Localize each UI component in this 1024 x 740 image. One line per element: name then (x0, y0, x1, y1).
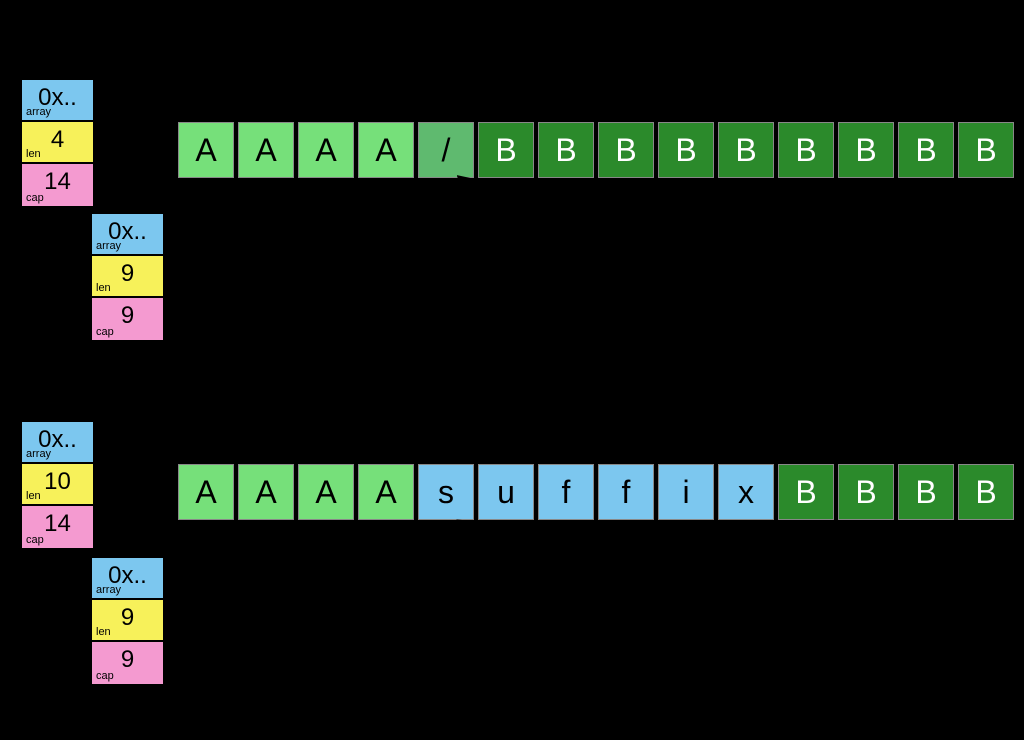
mem2-cell-4: s (418, 464, 474, 520)
mem2-cell-3: A (358, 464, 414, 520)
mem2-cell-6: f (538, 464, 594, 520)
mem2-cell-9: x (718, 464, 774, 520)
slice-header-1: 0x.. array 4 len 14 cap (20, 78, 95, 208)
arrow-slice3-to-mem (95, 440, 176, 470)
slice4-len-value: 9 (121, 604, 134, 632)
slice2-cap-field: 9 cap (92, 298, 163, 340)
slice3-cap-value: 14 (44, 510, 71, 538)
slice3-cap-label: cap (26, 534, 44, 546)
slice3-len-value: 10 (44, 468, 71, 496)
slice-header-4: 0x.. array 9 len 9 cap (90, 556, 165, 686)
slice3-array-label: array (26, 448, 51, 460)
slice4-len-label: len (96, 626, 111, 638)
slice3-len-field: 10 len (22, 464, 93, 506)
slice2-len-field: 9 len (92, 256, 163, 298)
mem2-cell-5: u (478, 464, 534, 520)
mem2-cell-1: A (238, 464, 294, 520)
slice3-cap-field: 14 cap (22, 506, 93, 548)
mem2-cell-10: B (778, 464, 834, 520)
mem1-cell-9: B (718, 122, 774, 178)
slice-header-3: 0x.. array 10 len 14 cap (20, 420, 95, 550)
slice4-array-field: 0x.. array (92, 558, 163, 600)
slice3-array-field: 0x.. array (22, 422, 93, 464)
slice1-len-value: 4 (51, 126, 64, 154)
slice2-cap-value: 9 (121, 302, 134, 330)
slice1-array-label: array (26, 106, 51, 118)
slice2-len-value: 9 (121, 260, 134, 288)
memory-array-1: A A A A / B B B B B B B B B (178, 122, 1014, 178)
mem1-cell-4: / (418, 122, 474, 178)
mem2-cell-13: B (958, 464, 1014, 520)
mem1-cell-0: A (178, 122, 234, 178)
mem1-cell-1: A (238, 122, 294, 178)
slice1-cap-field: 14 cap (22, 164, 93, 206)
slice4-array-label: array (96, 584, 121, 596)
slice4-cap-label: cap (96, 670, 114, 682)
mem1-cell-11: B (838, 122, 894, 178)
slice2-array-field: 0x.. array (92, 214, 163, 256)
mem2-cell-8: i (658, 464, 714, 520)
mem2-cell-12: B (898, 464, 954, 520)
memory-array-2: A A A A s u f f i x B B B B (178, 464, 1014, 520)
mem1-cell-6: B (538, 122, 594, 178)
arrow-slice1-to-mem (95, 98, 176, 128)
slice4-len-field: 9 len (92, 600, 163, 642)
mem1-cell-2: A (298, 122, 354, 178)
arrow-slice4-to-mem (165, 522, 476, 616)
mem1-cell-8: B (658, 122, 714, 178)
slice1-cap-label: cap (26, 192, 44, 204)
slice1-len-label: len (26, 148, 41, 160)
slice3-len-label: len (26, 490, 41, 502)
slice4-cap-field: 9 cap (92, 642, 163, 684)
slice2-cap-label: cap (96, 326, 114, 338)
mem2-cell-0: A (178, 464, 234, 520)
slice1-array-field: 0x.. array (22, 80, 93, 122)
mem1-cell-13: B (958, 122, 1014, 178)
mem1-cell-3: A (358, 122, 414, 178)
slice2-array-label: array (96, 240, 121, 252)
mem2-cell-7: f (598, 464, 654, 520)
mem1-cell-5: B (478, 122, 534, 178)
mem1-cell-12: B (898, 122, 954, 178)
slice1-cap-value: 14 (44, 168, 71, 196)
mem1-cell-7: B (598, 122, 654, 178)
arrow-slice2-to-mem (165, 180, 476, 232)
slice1-len-field: 4 len (22, 122, 93, 164)
slice-header-2: 0x.. array 9 len 9 cap (90, 212, 165, 342)
slice4-cap-value: 9 (121, 646, 134, 674)
mem2-cell-11: B (838, 464, 894, 520)
mem2-cell-2: A (298, 464, 354, 520)
slice2-len-label: len (96, 282, 111, 294)
mem1-cell-10: B (778, 122, 834, 178)
